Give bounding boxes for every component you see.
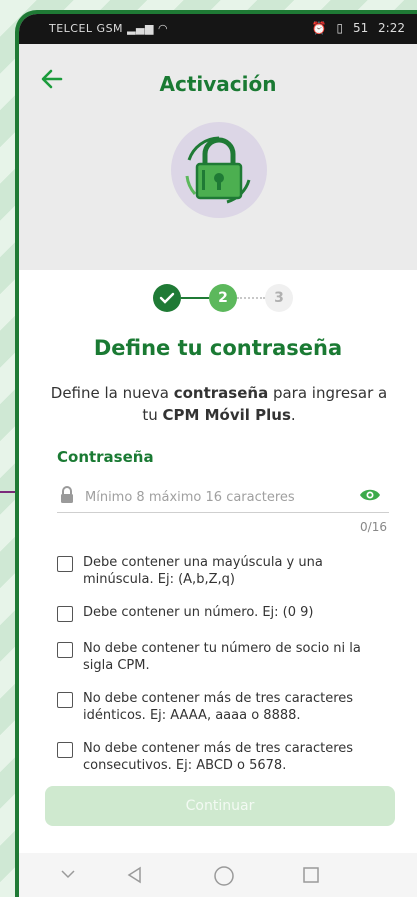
signal-icon: ▂▄▆ [127,22,154,35]
character-counter: 0/16 [360,520,387,534]
android-nav-bar [19,853,417,897]
step-2-current: 2 [209,284,237,312]
rule-no-member-number: No debe contener tu número de socio ni l… [55,640,395,674]
alarm-icon: ⏰ [311,21,327,35]
rule-no-identical-chars: No debe contener más de tres caracteres … [55,690,395,724]
checkbox[interactable] [57,606,73,622]
checkbox[interactable] [57,742,73,758]
battery-icon: 51 [352,21,369,35]
hide-keyboard-icon[interactable] [59,865,77,887]
checkbox[interactable] [57,642,73,658]
recents-nav-icon[interactable] [301,865,321,889]
carrier-label: TELCEL GSM ▂▄▆ ◠ [49,22,169,35]
rule-number: Debe contener un número. Ej: (0 9) [55,604,395,624]
checkbox[interactable] [57,692,73,708]
rule-no-consecutive-chars: No debe contener más de tres caracteres … [55,740,395,774]
rule-uppercase-lowercase: Debe contener una mayúscula y una minúsc… [55,554,395,588]
step-indicator: 2 3 [19,282,417,314]
lock-illustration-icon [169,120,269,220]
status-icons: ⏰ ▯ 51 2:22 [306,21,405,35]
home-nav-icon[interactable] [213,865,235,891]
step-connector-pending [237,297,265,299]
step-1-complete [153,284,181,312]
page-title: Activación [159,72,277,96]
section-heading: Define tu contraseña [93,336,343,360]
eye-icon[interactable] [359,487,381,507]
phone-screen: TELCEL GSM ▂▄▆ ◠ ⏰ ▯ 51 2:22 Activación [15,10,417,897]
password-rules-list: Debe contener una mayúscula y una minúsc… [55,554,395,790]
status-bar: TELCEL GSM ▂▄▆ ◠ ⏰ ▯ 51 2:22 [19,14,417,44]
checkbox[interactable] [57,556,73,572]
description-text: Define la nueva contraseña para ingresar… [50,384,388,424]
step-connector [181,297,209,299]
password-input[interactable] [83,482,337,512]
step-3-pending: 3 [265,284,293,312]
vibrate-icon: ▯ [336,21,344,35]
wifi-icon: ◠ [157,22,169,35]
clock: 2:22 [378,21,405,35]
header: Activación [19,44,417,270]
password-label: Contraseña [57,448,154,466]
lock-icon [59,486,75,508]
back-nav-icon[interactable] [125,865,145,889]
check-icon [159,292,175,304]
password-field-row [57,482,389,513]
continue-button[interactable]: Continuar [45,786,395,826]
